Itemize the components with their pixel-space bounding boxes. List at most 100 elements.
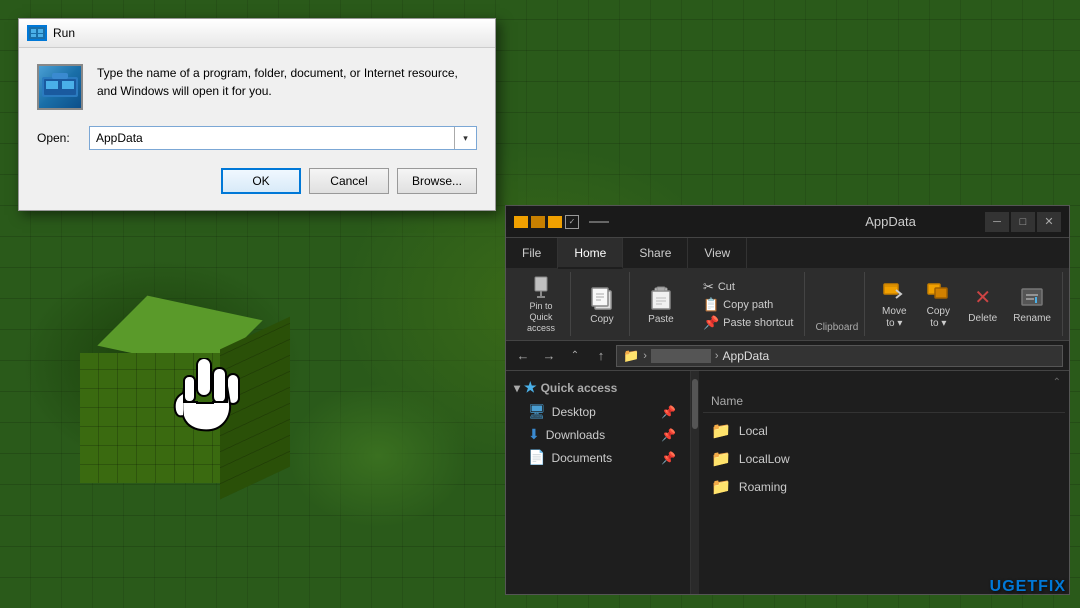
rename-button[interactable]: Rename [1006,278,1058,330]
folder-icon-3 [548,216,562,228]
address-folder-icon: 📁 [623,348,639,364]
quick-access-label: Quick access [541,381,618,395]
run-open-label: Open: [37,131,79,145]
paste-label: Paste [648,314,674,326]
tab-file[interactable]: File [506,238,558,268]
cut-icon: ✂ [703,279,714,295]
ok-button[interactable]: OK [221,168,301,194]
copy-to-icon [924,278,952,304]
run-titlebar: Run [19,19,495,48]
run-input-value: AppData [96,131,143,145]
ribbon-content: Pin to Quickaccess [506,268,1069,340]
explorer-body: ▾ ★ Quick access 🖥 Desktop 📌 ⬇ Downloads… [506,371,1069,594]
folder-icon-1 [514,216,528,228]
sidebar-item-desktop[interactable]: 🖥 Desktop 📌 [506,400,690,423]
pin-label: Pin to Quickaccess [525,301,557,333]
run-body: Type the name of a program, folder, docu… [19,48,495,210]
quick-access-chevron: ▾ [514,381,520,395]
run-open-row: Open: AppData ▾ [37,126,477,150]
copy-large-items: Copy [581,272,623,333]
back-button[interactable]: ← [512,345,534,367]
parent-button[interactable]: ↑ [590,345,612,367]
copy-path-label: Copy path [723,299,773,311]
copy-large-group: Copy [575,272,630,336]
tab-view[interactable]: View [688,238,747,268]
quick-access-star-icon: ★ [524,379,537,396]
sidebar-scrollbar[interactable] [691,371,699,594]
watermark: UGETFIX [990,578,1066,596]
address-blurred-user [651,349,711,363]
run-input-container[interactable]: AppData ▾ [89,126,477,150]
sidebar-documents-label: Documents [551,451,612,465]
rename-icon [1018,283,1046,311]
folder-icon-2 [531,216,545,228]
folder-icon-locallow: 📁 [711,449,731,469]
clipboard-small-group: ✂ Cut 📋 Copy path 📌 Paste shortcut [692,272,806,336]
files-header-name: Name [711,394,1057,408]
copy-large-icon [588,284,616,312]
window-buttons: ─ □ ✕ [985,212,1061,232]
tab-share[interactable]: Share [623,238,688,268]
tab-home[interactable]: Home [558,238,623,269]
quick-access-header[interactable]: ▾ ★ Quick access [506,375,690,400]
pin-group: Pin to Quickaccess [512,272,571,336]
paste-group: Paste [634,272,688,336]
sidebar-item-documents[interactable]: 📄 Documents 📌 [506,446,690,469]
file-item-local[interactable]: 📁 Local [703,417,1065,445]
check-icon: ✓ [565,215,579,229]
copy-path-button[interactable]: 📋 Copy path [696,296,801,314]
address-path[interactable]: 📁 › › AppData [616,345,1063,367]
cancel-button[interactable]: Cancel [309,168,389,194]
ribbon: File Home Share View [506,238,1069,341]
run-dialog: Run Type the name of a program, folder, … [18,18,496,211]
browse-button[interactable]: Browse... [397,168,477,194]
paste-shortcut-button[interactable]: 📌 Paste shortcut [696,314,801,332]
close-button[interactable]: ✕ [1037,212,1061,232]
sidebar-container: ▾ ★ Quick access 🖥 Desktop 📌 ⬇ Downloads… [506,371,699,594]
move-to-label: Moveto ▾ [882,306,906,330]
title-separator [589,221,609,223]
file-item-localow[interactable]: 📁 LocalLow [703,445,1065,473]
explorer-files: ⌃ Name 📁 Local 📁 LocalLow 📁 Roaming [699,371,1069,594]
copy-large-label: Copy [590,314,613,326]
minimize-button[interactable]: ─ [985,212,1009,232]
address-appdata-text: AppData [723,349,770,363]
explorer-title: AppData [802,214,979,229]
up-button-small[interactable]: ⌃ [564,345,586,367]
paste-items: Paste [640,272,682,333]
copy-large-button[interactable]: Copy [581,279,623,331]
clipboard-label: Clipboard [809,272,865,336]
address-chevron-1: › [643,350,647,362]
file-item-roaming[interactable]: 📁 Roaming [703,473,1065,501]
explorer-folder-icons: ✓ [514,215,579,229]
delete-icon: ✕ [969,283,997,311]
pin-icon [527,275,555,299]
sidebar-desktop-label: Desktop [552,405,596,419]
move-to-icon [880,278,908,304]
sidebar-downloads-label: Downloads [546,428,605,442]
paste-shortcut-label: Paste shortcut [723,317,793,329]
documents-folder-icon: 📄 [528,449,545,466]
cut-button[interactable]: ✂ Cut [696,278,801,296]
copy-path-icon: 📋 [703,297,719,313]
sort-chevron-icon: ⌃ [1053,377,1061,388]
ribbon-tabs: File Home Share View [506,238,1069,268]
delete-button[interactable]: ✕ Delete [961,278,1004,330]
paste-button[interactable]: Paste [640,279,682,331]
paste-shortcut-icon: 📌 [703,315,719,331]
forward-button[interactable]: → [538,345,560,367]
pin-group-items: Pin to Quickaccess [518,272,564,333]
pin-to-quick-access-button[interactable]: Pin to Quickaccess [518,279,564,331]
documents-pin-icon: 📌 [661,451,676,465]
dropdown-arrow-icon[interactable]: ▾ [454,127,476,149]
folder-icon-roaming: 📁 [711,477,731,497]
files-header: Name [703,390,1065,413]
explorer-window: ✓ AppData ─ □ ✕ File Home Share View [505,205,1070,595]
run-title-icon [27,25,47,41]
sidebar-item-downloads[interactable]: ⬇ Downloads 📌 [506,423,690,446]
paste-icon [647,284,675,312]
maximize-button[interactable]: □ [1011,212,1035,232]
move-to-button[interactable]: Moveto ▾ [873,278,915,330]
file-locallow-label: LocalLow [739,452,790,466]
copy-to-button[interactable]: Copyto ▾ [917,278,959,330]
